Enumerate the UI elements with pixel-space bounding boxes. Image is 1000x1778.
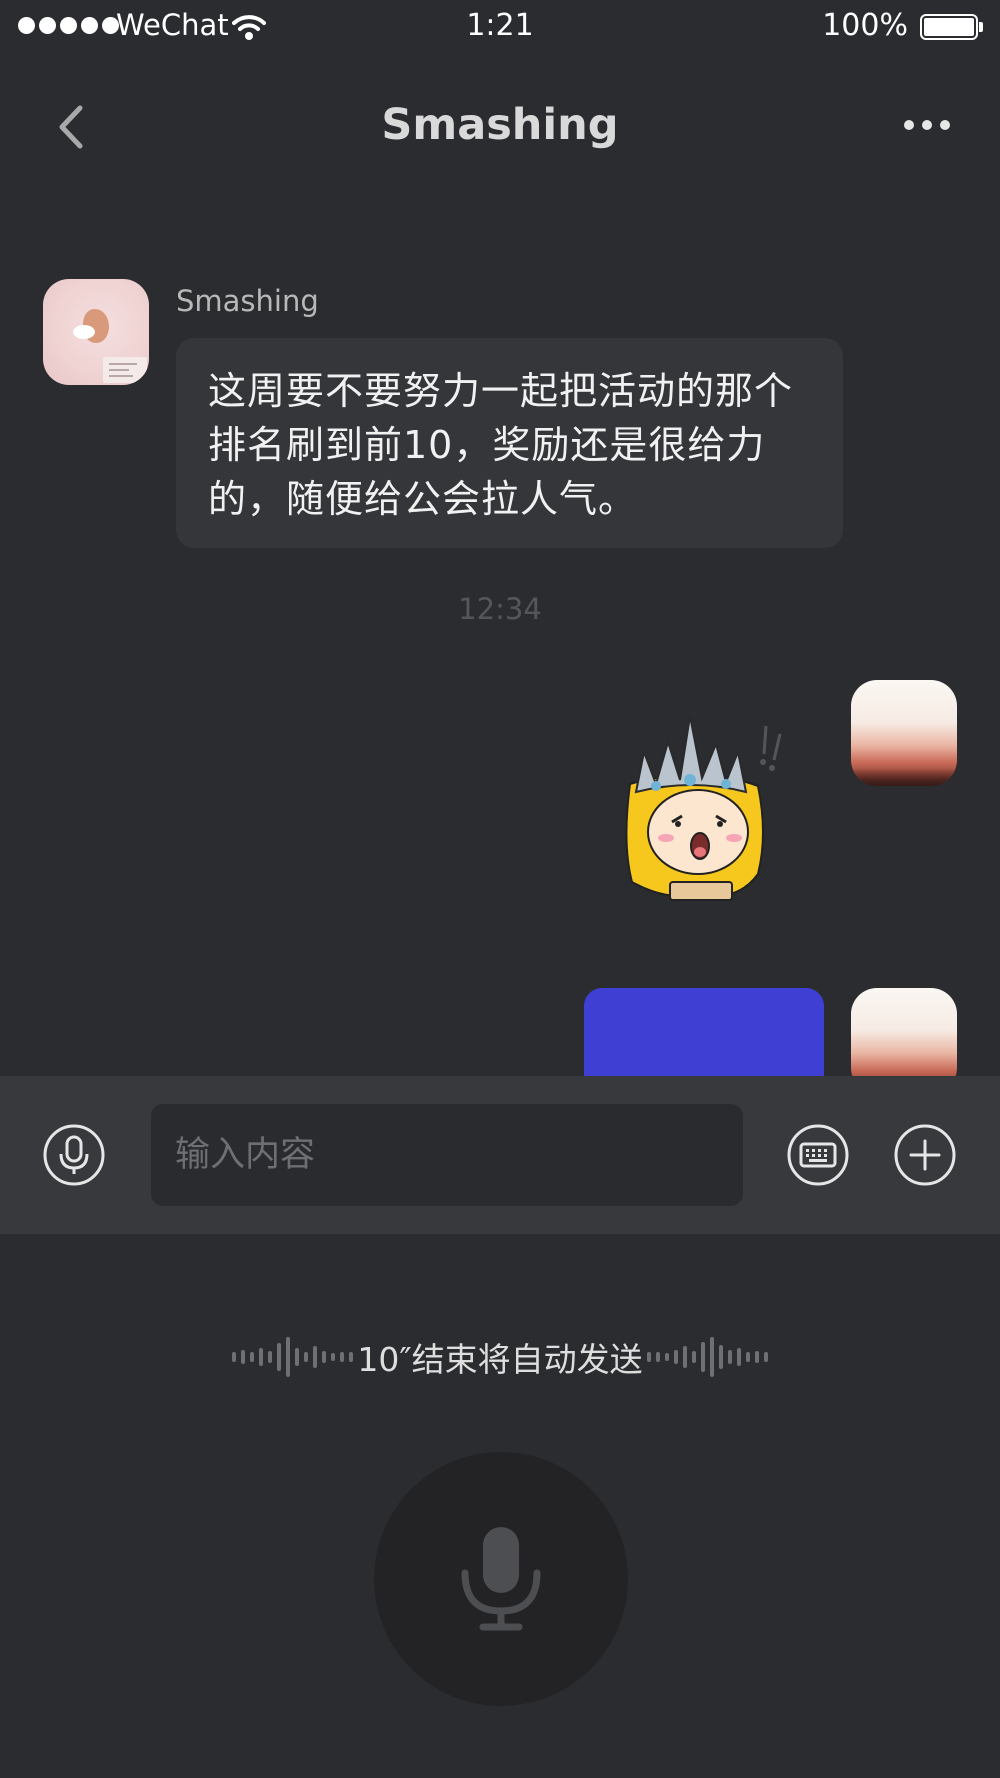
waveform-left-icon [232, 1334, 354, 1380]
microphone-icon[interactable] [43, 1124, 105, 1186]
battery-icon [920, 14, 984, 42]
more-dots-icon[interactable] [904, 120, 950, 130]
message-list[interactable]: Smashing 这周要不要努力一起把活动的那个 排名刷到前10，奖励还是很给力… [0, 196, 1000, 1076]
waveform-right-icon [646, 1334, 768, 1380]
message-timestamp: 12:34 [458, 592, 542, 626]
input-bar [0, 1076, 1000, 1234]
record-button[interactable] [374, 1452, 628, 1706]
chat-screen: WeChat 1:21 100% Smashing Smashing 这周要不要… [0, 0, 1000, 1778]
keyboard-icon[interactable] [787, 1124, 849, 1186]
status-bar: WeChat 1:21 100% [0, 0, 1000, 56]
avatar[interactable] [851, 680, 957, 786]
sticker-image[interactable] [608, 714, 808, 914]
voice-record-panel: 10″结束将自动发送 [0, 1234, 1000, 1778]
message-bubble[interactable] [584, 988, 824, 1076]
microphone-icon [461, 1527, 541, 1631]
message-input[interactable] [151, 1104, 743, 1206]
voice-hint-text: 10″结束将自动发送 [357, 1340, 643, 1379]
message-text: 这周要不要努力一起把活动的那个 排名刷到前10，奖励还是很给力 的，随便给公会拉… [208, 369, 794, 521]
plus-icon[interactable] [894, 1124, 956, 1186]
voice-hint-row: 10″结束将自动发送 [0, 1332, 1000, 1382]
battery-percentage: 100% [822, 8, 908, 43]
message-bubble[interactable]: 这周要不要努力一起把活动的那个 排名刷到前10，奖励还是很给力 的，随便给公会拉… [176, 338, 843, 548]
page-title: Smashing [381, 100, 619, 150]
avatar[interactable] [43, 279, 149, 385]
sender-name: Smashing [176, 284, 319, 318]
nav-bar: Smashing [0, 56, 1000, 196]
avatar[interactable] [851, 988, 957, 1076]
